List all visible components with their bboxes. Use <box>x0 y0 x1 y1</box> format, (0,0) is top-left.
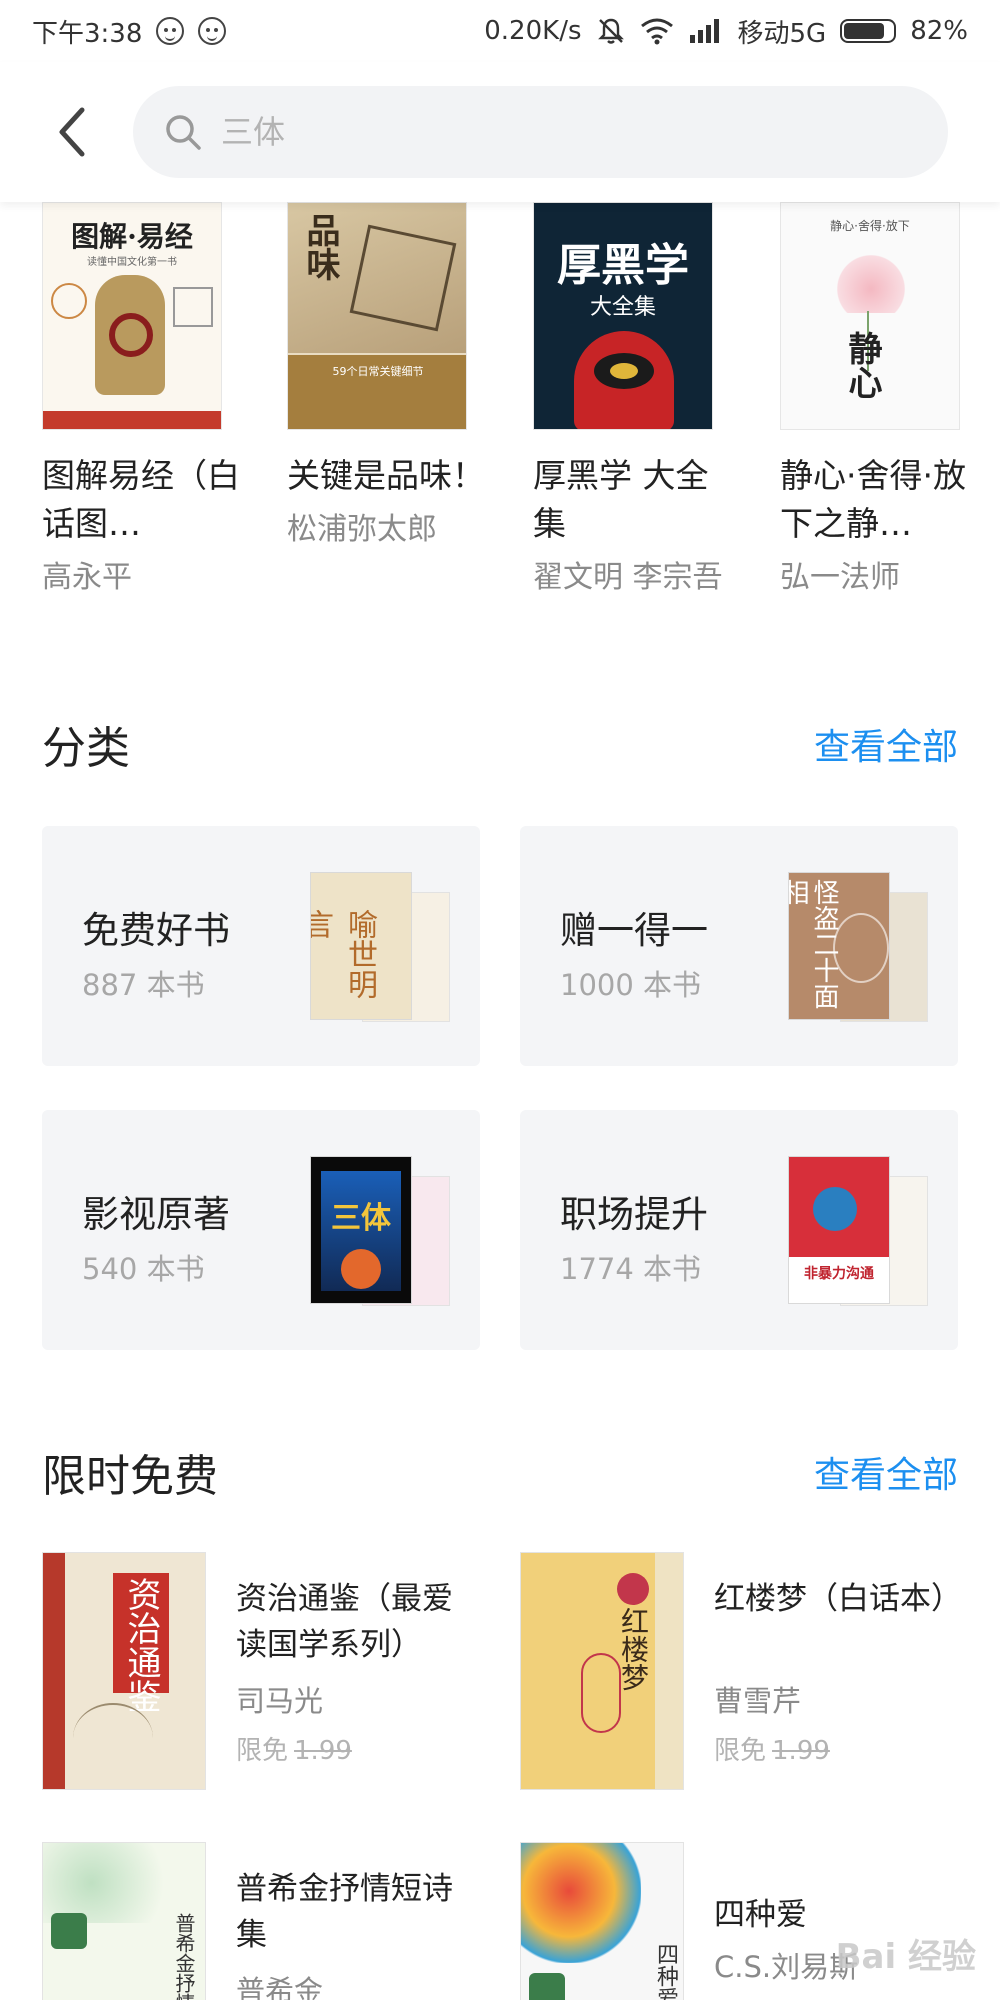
status-right: 0.20K/s 移动5G 82% <box>484 13 968 50</box>
carrier-name: 移动5G <box>737 18 827 49</box>
book-author: 松浦弥太郎 <box>287 512 437 547</box>
category-name: 职场提升 <box>560 1193 708 1236</box>
header <box>0 62 1000 202</box>
book-author: 高永平 <box>42 560 132 595</box>
book-cover[interactable]: 静心·舍得·放下 静心 <box>780 202 960 430</box>
cover-title: 三体 <box>331 1201 391 1236</box>
search-box[interactable] <box>133 86 948 178</box>
cover-title: 非暴力沟通 <box>804 1266 874 1282</box>
book-title: 红楼梦（白话本） <box>714 1581 962 1617</box>
free-label: 限免 <box>714 1736 767 1766</box>
free-book-item[interactable]: 红楼梦 红楼梦（白话本） 曹雪芹 限免 1.99 <box>520 1552 962 1792</box>
watermark-logo: Bai 经验 <box>835 1937 976 1977</box>
book-cover[interactable]: 厚黑学 大全集 <box>533 202 713 430</box>
category-count: 1774 本书 <box>560 1252 702 1286</box>
category-cover: 非暴力沟通 <box>788 1156 890 1304</box>
original-price: 1.99 <box>294 1736 352 1766</box>
price-label: 限免 1.99 <box>236 1730 352 1767</box>
book-title: 普希金抒情短诗集 <box>236 1871 453 1953</box>
cover-title: 喻世明言 <box>310 909 377 999</box>
top-books-row: 图解·易经 读懂中国文化第一书 图解易经（白话图… 高永平 品味 59个日常关键… <box>0 202 1000 662</box>
cover-title: 四种爱 <box>653 1943 678 2000</box>
book-cover[interactable]: 品味 59个日常关键细节 <box>287 202 467 430</box>
cover-subtitle: 静心·舍得·放下 <box>830 219 910 233</box>
category-count: 887 本书 <box>82 968 205 1002</box>
original-price: 1.99 <box>772 1736 830 1766</box>
status-time: 下午3:38 <box>32 18 143 49</box>
category-cover: 三体 <box>310 1156 412 1304</box>
category-card-buy-one-get-one[interactable]: 赠一得一 1000 本书 怪盗二十面相 <box>520 826 958 1066</box>
chevron-left-icon <box>59 107 85 157</box>
free-header: 限时免费 查看全部 <box>42 1440 958 1504</box>
book-cover[interactable]: 图解·易经 读懂中国文化第一书 <box>42 202 222 430</box>
book-item[interactable]: 品味 59个日常关键细节 关键是品味！ 松浦弥太郎 <box>287 202 485 552</box>
book-title: 图解易经（白话图… <box>42 456 240 543</box>
cover-title: 普希金抒情短诗 <box>172 1913 196 2000</box>
wifi-icon <box>640 17 674 45</box>
category-card-free-books[interactable]: 免费好书 887 本书 喻世明言 <box>42 826 480 1066</box>
book-title: 厚黑学 大全集 <box>533 456 709 543</box>
cover-title: 图解·易经 <box>71 220 193 253</box>
book-title: 资治通鉴（最爱读国学系列） <box>236 1581 453 1663</box>
network-speed: 0.20K/s <box>484 16 582 46</box>
view-all-link[interactable]: 查看全部 <box>814 718 958 770</box>
category-name: 免费好书 <box>82 909 230 952</box>
free-book-item[interactable]: 资治通鉴 资治通鉴（最爱读国学系列） 司马光 限免 1.99 <box>42 1552 482 1792</box>
cover-subtitle: 59个日常关键细节 <box>332 365 424 378</box>
book-author: 曹雪芹 <box>714 1684 802 1718</box>
category-card-film-originals[interactable]: 影视原著 540 本书 三体 <box>42 1110 480 1350</box>
book-item[interactable]: 厚黑学 大全集 厚黑学 大全集 翟文明 李宗吾 <box>533 202 723 600</box>
book-item[interactable]: 静心·舍得·放下 静心 静心·舍得·放下之静… 弘一法师 <box>780 202 966 600</box>
book-title: 静心·舍得·放下之静… <box>780 456 966 543</box>
back-button[interactable] <box>44 102 100 162</box>
category-card-career[interactable]: 职场提升 1774 本书 非暴力沟通 <box>520 1110 958 1350</box>
search-icon <box>166 115 201 150</box>
category-count: 1000 本书 <box>560 968 702 1002</box>
status-left: 下午3:38 <box>32 13 227 50</box>
category-cover: 喻世明言 <box>310 872 412 1020</box>
section-title: 限时免费 <box>42 1451 218 1502</box>
book-cover[interactable]: 四种爱 <box>520 1842 684 2000</box>
book-item[interactable]: 图解·易经 读懂中国文化第一书 图解易经（白话图… 高永平 <box>42 202 240 600</box>
book-author: 翟文明 李宗吾 <box>533 560 723 595</box>
book-author: 司马光 <box>236 1684 324 1718</box>
search-input[interactable] <box>221 113 861 151</box>
category-name: 影视原著 <box>82 1193 230 1236</box>
cover-title: 品味 <box>300 213 340 281</box>
price-label: 限免 1.99 <box>714 1730 830 1767</box>
cover-title: 静心 <box>842 331 882 399</box>
view-all-link[interactable]: 查看全部 <box>814 1446 958 1498</box>
battery-icon <box>840 19 897 43</box>
section-title: 分类 <box>42 723 130 774</box>
battery-percent: 82% <box>910 16 968 46</box>
cover-title: 资治通鉴 <box>121 1577 161 1713</box>
notification-face-icon <box>156 17 185 45</box>
book-title: 关键是品味！ <box>287 456 485 495</box>
status-bar: 下午3:38 0.20K/s 移动5G 82% <box>0 0 1000 62</box>
cover-subtitle: 大全集 <box>589 295 656 320</box>
cover-subtitle: 读懂中国文化第一书 <box>87 257 177 268</box>
free-label: 限免 <box>236 1736 289 1766</box>
signal-icon <box>688 17 724 45</box>
book-author: 普希金 <box>236 1974 324 2000</box>
category-cover: 怪盗二十面相 <box>788 872 890 1020</box>
book-cover[interactable]: 红楼梦 <box>520 1552 684 1790</box>
category-name: 赠一得一 <box>560 909 708 952</box>
cover-title: 厚黑学 <box>557 240 689 291</box>
categories-header: 分类 查看全部 <box>42 712 958 776</box>
category-count: 540 本书 <box>82 1252 205 1286</box>
book-author: 弘一法师 <box>780 560 900 595</box>
notification-face-icon-2 <box>198 17 227 45</box>
book-cover[interactable]: 普希金抒情短诗 <box>42 1842 206 2000</box>
bell-muted-icon <box>596 16 626 46</box>
book-cover[interactable]: 资治通鉴 <box>42 1552 206 1790</box>
free-book-item[interactable]: 普希金抒情短诗 普希金抒情短诗集 普希金 <box>42 1842 482 2000</box>
